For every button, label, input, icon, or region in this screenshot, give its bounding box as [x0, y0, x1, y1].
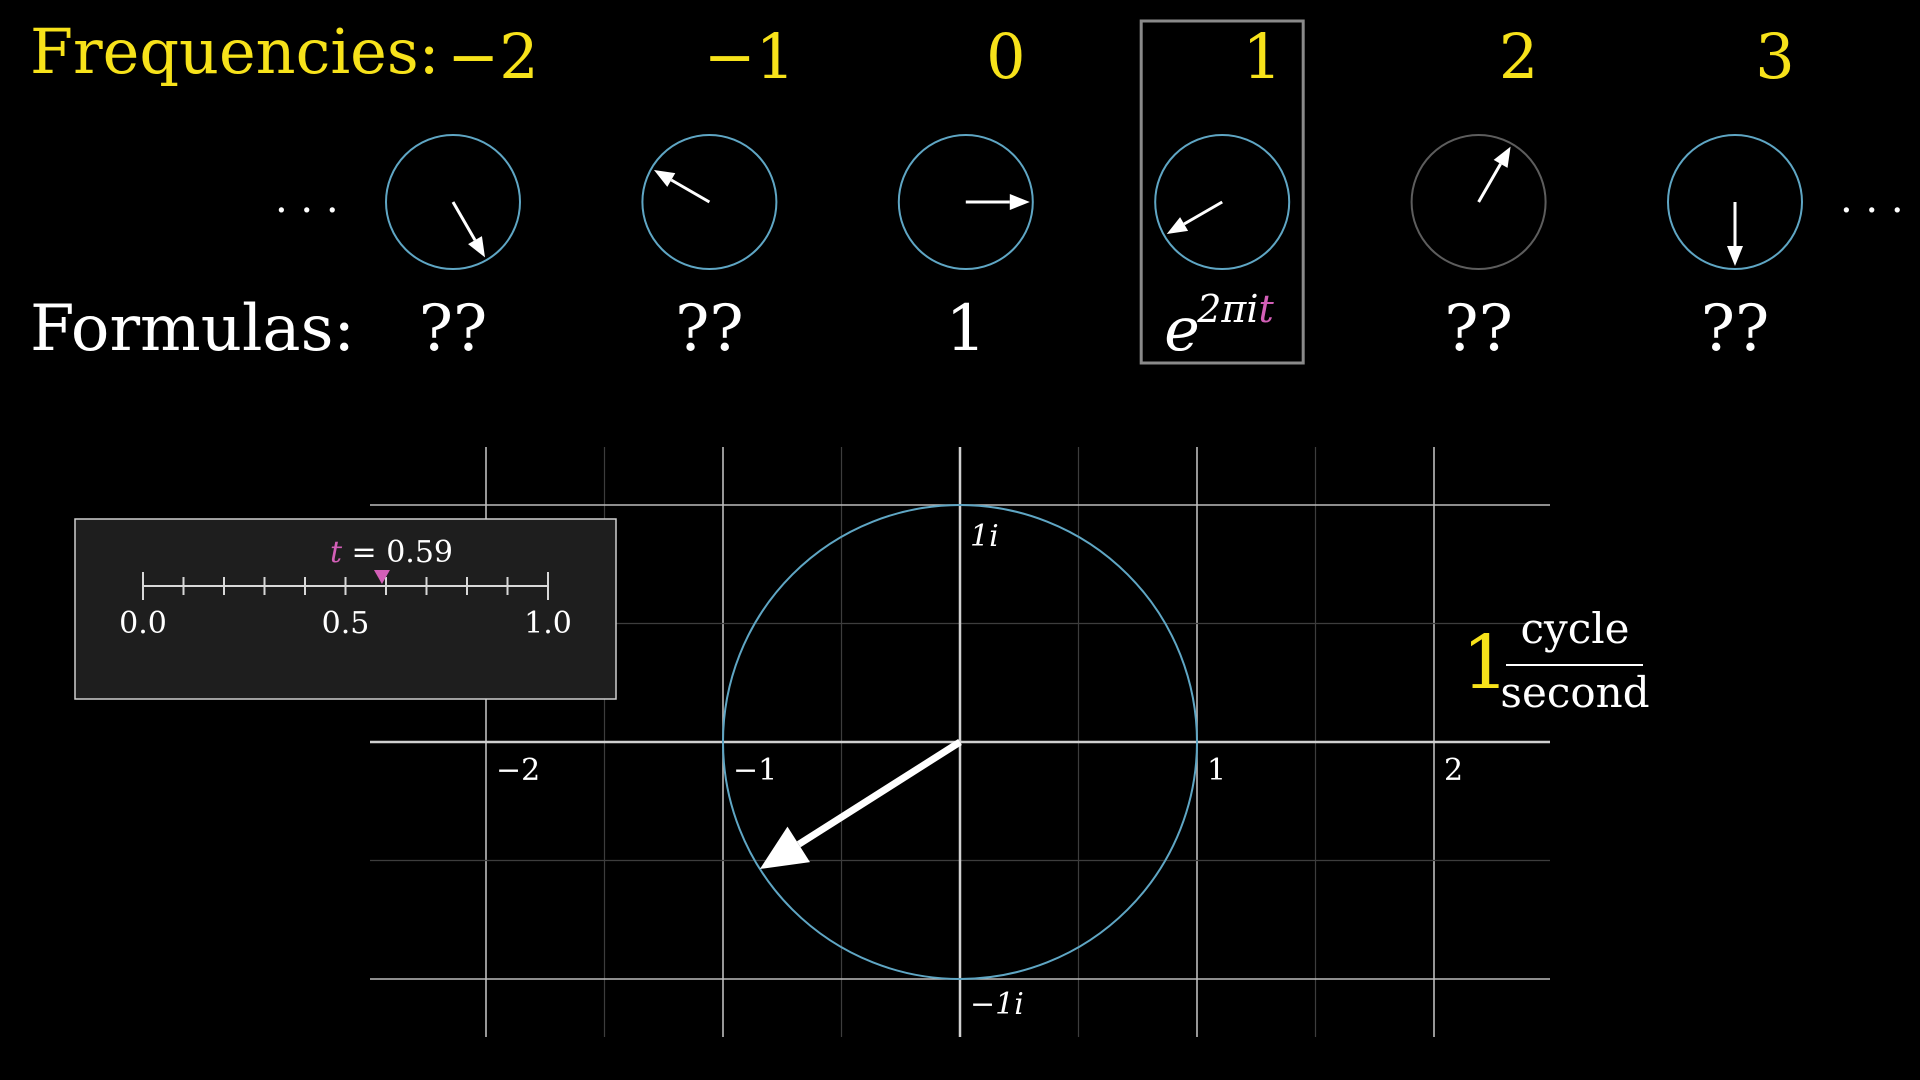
slider-equals-value: = 0.59	[342, 535, 453, 570]
phasor-arrow-head	[468, 236, 485, 258]
formula-exponent-prefix: 2πi	[1196, 287, 1258, 331]
frequency-column: 01	[897, 20, 1034, 366]
frequencies-label: Frequencies:	[30, 15, 440, 88]
rate-label: 1 cycle second	[1462, 604, 1650, 717]
phasor-arrow-shaft	[1477, 163, 1502, 203]
phasor-arrow-head	[1493, 146, 1511, 168]
frequency-diagram: Frequencies: Formulas: . . . . . . −2??−…	[30, 15, 1904, 1037]
time-slider-panel: 0.0 0.5 1.0 t = 0.59	[74, 518, 617, 700]
rotating-vector	[759, 739, 962, 869]
formula-text: ??	[1444, 292, 1513, 366]
slider-var: t	[330, 535, 343, 570]
frequency-column: −1??	[641, 20, 795, 366]
frequency-column: 1 e2πit	[1139, 19, 1305, 365]
x-tick-label: −1	[733, 753, 777, 788]
phasor-arrow	[653, 170, 711, 204]
x-tick-label: 2	[1444, 753, 1463, 788]
frequency-value: 3	[1755, 20, 1794, 93]
frequency-value: 0	[986, 20, 1025, 93]
formula-base: e	[1164, 295, 1200, 365]
x-tick-label: −2	[496, 753, 540, 788]
frequency-value: 1	[1242, 20, 1281, 93]
formulas-label: Formulas:	[30, 292, 355, 366]
y-tick-label: 1i	[970, 519, 999, 554]
phasor-arrow-shaft	[670, 178, 711, 204]
phasor-arrow	[1477, 146, 1511, 203]
phasor-arrow-head	[1727, 246, 1743, 266]
formula-exponent: 2πit	[1196, 287, 1274, 331]
frequency-columns: −2??−1??011e2πit2??3??	[385, 19, 1803, 366]
frequency-value: −2	[447, 20, 538, 93]
rotating-vector-head	[759, 826, 810, 869]
frequency-column: 2??	[1410, 20, 1547, 366]
phasor-arrow	[1727, 202, 1743, 266]
phasor-arrow	[965, 194, 1030, 210]
y-tick-label: −1i	[970, 987, 1024, 1022]
formula-text: ??	[419, 292, 488, 366]
phasor-arrow	[1166, 200, 1223, 234]
phasor-arrow	[451, 201, 485, 258]
phasor-arrow-head	[653, 170, 676, 187]
left-ellipsis: . . .	[275, 176, 339, 222]
slider-tick-label: 0.5	[322, 606, 370, 641]
formula-text: 1	[945, 292, 986, 366]
phasor-arrow-shaft	[451, 201, 477, 241]
right-ellipsis: . . .	[1840, 176, 1904, 222]
slider-tick-label: 1.0	[524, 606, 572, 641]
frequency-column: 3??	[1667, 20, 1803, 366]
phasor-arrow-shaft	[1183, 200, 1223, 226]
phasor-arrow-head	[1009, 194, 1030, 210]
phasor-arrow-head	[1166, 217, 1189, 234]
rotating-vector-shaft	[796, 739, 962, 848]
frequency-value: −1	[704, 20, 795, 93]
rate-numerator: cycle	[1520, 604, 1629, 653]
formula-expression: e2πit	[1164, 287, 1274, 365]
slider-tick-label: 0.0	[119, 606, 167, 641]
formula-exponent-var: t	[1259, 287, 1275, 331]
rate-denominator: second	[1500, 668, 1649, 717]
formula-text: ??	[1701, 292, 1770, 366]
slider-value-label: t = 0.59	[330, 535, 453, 570]
formula-text: ??	[675, 292, 744, 366]
frequency-value: 2	[1499, 20, 1538, 93]
x-tick-label: 1	[1207, 753, 1226, 788]
